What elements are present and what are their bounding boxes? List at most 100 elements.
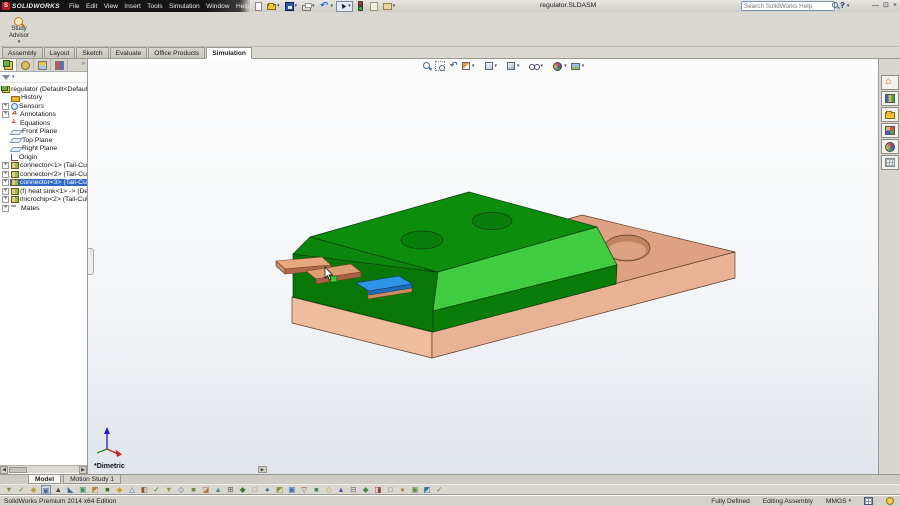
save-button[interactable]: ▾: [283, 1, 300, 12]
hide-show-items-button[interactable]: ▾: [528, 61, 545, 72]
expand-icon[interactable]: +: [2, 102, 9, 110]
bottom-toolbar-icon-27[interactable]: ◇: [324, 485, 334, 495]
menu-window[interactable]: Window: [203, 3, 233, 10]
hide-show-items-caret-icon[interactable]: ▾: [541, 63, 544, 69]
bottom-toolbar-icon-20[interactable]: ◆: [238, 485, 248, 495]
bottom-toolbar-icon-7[interactable]: ▣: [78, 485, 88, 495]
filter-caret-icon[interactable]: ▾: [12, 74, 15, 80]
expand-icon[interactable]: +: [2, 162, 9, 170]
bottom-toolbar-icon-36[interactable]: ✓: [434, 485, 444, 495]
rebuild-button[interactable]: [354, 1, 367, 12]
bottom-toolbar-icon-16[interactable]: ■: [188, 485, 198, 495]
tree-tab-displaymanager[interactable]: [51, 59, 68, 71]
view-orientation-button[interactable]: ▾: [484, 61, 499, 71]
tree-item[interactable]: + Mates: [0, 204, 87, 213]
tree-item[interactable]: Equations: [0, 119, 87, 128]
quick-tips-icon[interactable]: [886, 497, 894, 505]
tree-item[interactable]: + connector<3> (Tail-Cut<<: [0, 179, 87, 188]
tree-tab-configurationmanager[interactable]: [34, 59, 51, 71]
bottom-toolbar-icon-26[interactable]: ■: [311, 485, 321, 495]
model-canvas[interactable]: [88, 59, 878, 474]
help-caret-icon[interactable]: ▾: [847, 3, 850, 9]
bottom-toolbar-icon-6[interactable]: ◣: [65, 485, 75, 495]
section-view-caret-icon[interactable]: ▾: [472, 63, 475, 69]
bottom-toolbar-icon-21[interactable]: □: [250, 485, 260, 495]
scrollbar-thumb[interactable]: [9, 466, 27, 473]
bottom-toolbar-icon-3[interactable]: ◆: [29, 485, 39, 495]
select-button[interactable]: ▾: [336, 0, 353, 12]
tab-assembly[interactable]: Assembly: [2, 47, 43, 58]
bottom-toolbar-icon-22[interactable]: ●: [262, 485, 272, 495]
panel-splitter-handle[interactable]: ⋮: [88, 248, 94, 275]
minimize-button[interactable]: —: [872, 1, 879, 11]
tab-motion-study-1[interactable]: Motion Study 1: [63, 475, 122, 484]
zoom-area-button[interactable]: [435, 60, 446, 72]
bottom-toolbar-icon-25[interactable]: ▽: [299, 485, 309, 495]
bottom-toolbar-icon-33[interactable]: ●: [398, 485, 408, 495]
tree-item[interactable]: + (f) heat sink<1> -> (Default: [0, 187, 87, 196]
options-button[interactable]: ▾: [381, 1, 398, 12]
bottom-toolbar-icon-28[interactable]: ▲: [336, 485, 346, 495]
bottom-toolbar-icon-35[interactable]: ◩: [422, 485, 432, 495]
menu-edit[interactable]: Edit: [83, 3, 101, 10]
bottom-toolbar-icon-12[interactable]: ◧: [139, 485, 149, 495]
options-caret-icon[interactable]: ▾: [393, 3, 396, 9]
tree-item[interactable]: + Sensors: [0, 102, 87, 111]
open-button[interactable]: ▾: [265, 1, 282, 12]
tree-item[interactable]: Right Plane: [0, 145, 87, 154]
apply-scene-caret-icon[interactable]: ▾: [582, 63, 585, 69]
expand-icon[interactable]: +: [2, 187, 9, 195]
bottom-toolbar-icon-8[interactable]: ◩: [90, 485, 100, 495]
display-style-caret-icon[interactable]: ▾: [517, 63, 520, 69]
expand-icon[interactable]: +: [2, 196, 9, 204]
bottom-toolbar-icon-23[interactable]: ◩: [275, 485, 285, 495]
bottom-toolbar-icon-15[interactable]: ◇: [176, 485, 186, 495]
bottom-toolbar-icon-13[interactable]: ✓: [152, 485, 162, 495]
bottom-toolbar-icon-2[interactable]: ✓: [16, 485, 26, 495]
bottom-toolbar-icon-24[interactable]: ▣: [287, 485, 297, 495]
help-button[interactable]: ? ▾: [840, 1, 849, 10]
tree-tabs-overflow-icon[interactable]: »: [82, 59, 87, 71]
tree-item[interactable]: Top Plane: [0, 136, 87, 145]
apply-scene-button[interactable]: ▾: [570, 61, 586, 72]
menu-view[interactable]: View: [101, 3, 122, 10]
tab-simulation[interactable]: Simulation: [206, 47, 252, 59]
filter-icon[interactable]: [2, 74, 10, 80]
bottom-toolbar-icon-5[interactable]: ▲: [53, 485, 63, 495]
close-button[interactable]: ×: [893, 1, 897, 11]
tab-layout[interactable]: Layout: [43, 47, 76, 58]
tab-evaluate[interactable]: Evaluate: [109, 47, 148, 58]
expand-icon[interactable]: +: [2, 204, 9, 212]
bottom-toolbar-icon-29[interactable]: ⊟: [348, 485, 358, 495]
search-icon[interactable]: [832, 2, 840, 10]
study-advisor-button[interactable]: Study Advisor ▾: [2, 14, 36, 46]
bottom-toolbar-icon-4[interactable]: ▣: [40, 484, 51, 495]
bottom-toolbar-icon-32[interactable]: □: [385, 485, 395, 495]
tree-item[interactable]: + connector<2> (Tail-Cut<<: [0, 170, 87, 179]
unit-system-selector[interactable]: MMGS ▾: [826, 498, 851, 505]
bottom-toolbar-icon-14[interactable]: ▼: [164, 485, 174, 495]
section-view-button[interactable]: ▾: [461, 61, 476, 71]
appearances-scenes-button[interactable]: [880, 139, 899, 154]
scroll-left-icon[interactable]: ◀: [0, 465, 8, 474]
graphics-area[interactable]: ▾▾▾▾▾▾ ⊡⊞—⊡× ⋮ *Dimetric ▶: [88, 59, 878, 474]
bottom-toolbar-icon-31[interactable]: ◨: [373, 485, 383, 495]
tree-item[interactable]: Origin: [0, 153, 87, 162]
tree-item[interactable]: regulator (Default<Default_Dis: [0, 85, 87, 94]
previous-view-button[interactable]: [448, 60, 459, 72]
design-library-button[interactable]: [880, 91, 899, 106]
restore-button[interactable]: ⊡: [883, 1, 889, 11]
menu-insert[interactable]: Insert: [121, 3, 144, 10]
tab-sketch[interactable]: Sketch: [76, 47, 109, 58]
view-orientation-caret-icon[interactable]: ▾: [495, 63, 498, 69]
search-input[interactable]: [744, 2, 832, 10]
search-box[interactable]: ▾: [741, 1, 844, 11]
bottom-toolbar-icon-1[interactable]: ▼: [4, 485, 14, 495]
expand-icon[interactable]: +: [2, 179, 9, 187]
save-caret-icon[interactable]: ▾: [295, 3, 298, 9]
expand-icon[interactable]: +: [2, 111, 9, 119]
study-advisor-caret-icon[interactable]: ▾: [18, 39, 21, 45]
bottom-toolbar-icon-19[interactable]: ⊞: [225, 485, 235, 495]
bottom-toolbar-icon-10[interactable]: ◆: [115, 485, 125, 495]
scroll-right-icon[interactable]: ▶: [79, 465, 87, 474]
